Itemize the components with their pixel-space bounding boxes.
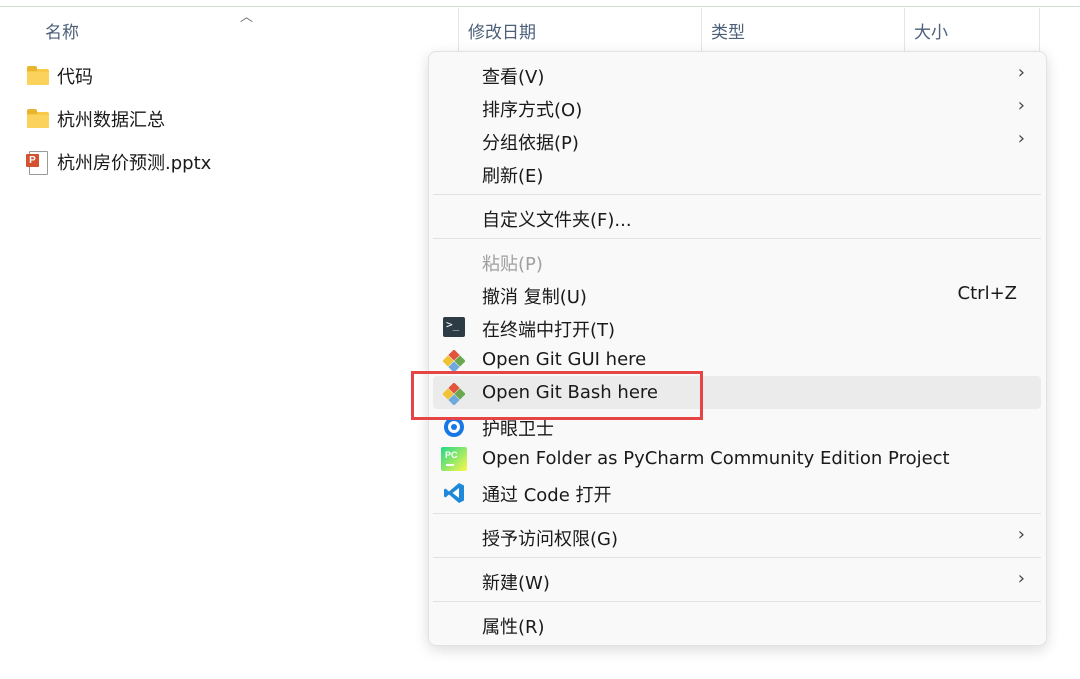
- git-icon: [442, 349, 466, 373]
- powerpoint-file-icon: P: [26, 151, 50, 175]
- menu-item-new[interactable]: 新建(W) ›: [433, 563, 1041, 596]
- menu-separator: [433, 557, 1041, 558]
- file-row-pptx[interactable]: P 杭州房价预测.pptx: [26, 147, 211, 177]
- menu-item-properties[interactable]: 属性(R): [433, 607, 1041, 640]
- shortcut-label: Ctrl+Z: [957, 283, 1017, 304]
- menu-item-sort-by[interactable]: 排序方式(O) ›: [433, 90, 1041, 123]
- chevron-right-icon: ›: [1017, 568, 1025, 589]
- terminal-icon: >_: [443, 317, 465, 337]
- menu-item-customize-folder[interactable]: 自定义文件夹(F)...: [433, 200, 1041, 233]
- menu-item-refresh[interactable]: 刷新(E): [433, 156, 1041, 189]
- folder-icon: [26, 65, 50, 87]
- chevron-right-icon: ›: [1017, 524, 1025, 545]
- file-row-folder[interactable]: 代码: [26, 61, 93, 91]
- sort-ascending-icon[interactable]: ︿: [240, 6, 253, 25]
- chevron-right-icon: ›: [1017, 62, 1025, 83]
- top-divider: [0, 6, 1080, 7]
- menu-item-open-pycharm[interactable]: PC Open Folder as PyCharm Community Edit…: [433, 442, 1041, 475]
- vscode-icon: [443, 482, 465, 503]
- menu-separator: [433, 238, 1041, 239]
- menu-item-undo-copy[interactable]: 撤消 复制(U) Ctrl+Z: [433, 277, 1041, 310]
- column-separator[interactable]: [904, 8, 905, 52]
- menu-item-open-vscode[interactable]: 通过 Code 打开: [433, 475, 1041, 508]
- file-row-folder[interactable]: 杭州数据汇总: [26, 104, 165, 134]
- menu-separator: [433, 601, 1041, 602]
- menu-item-group-by[interactable]: 分组依据(P) ›: [433, 123, 1041, 156]
- menu-separator: [433, 194, 1041, 195]
- column-header: ︿ 名称 修改日期 类型 大小: [0, 6, 1080, 52]
- annotation-highlight-box: [411, 371, 703, 420]
- chevron-right-icon: ›: [1017, 95, 1025, 116]
- pycharm-icon: PC: [441, 447, 467, 471]
- column-header-name[interactable]: 名称: [45, 18, 79, 43]
- column-separator[interactable]: [458, 8, 459, 52]
- file-name: 杭州房价预测.pptx: [57, 153, 212, 174]
- menu-item-open-in-terminal[interactable]: >_ 在终端中打开(T): [433, 310, 1041, 343]
- folder-icon: [26, 108, 50, 130]
- menu-item-paste: 粘贴(P): [482, 254, 543, 275]
- column-separator[interactable]: [1039, 8, 1040, 52]
- column-header-type[interactable]: 类型: [711, 18, 745, 43]
- menu-item-give-access[interactable]: 授予访问权限(G) ›: [433, 519, 1041, 552]
- column-header-size[interactable]: 大小: [914, 18, 948, 43]
- menu-separator: [433, 513, 1041, 514]
- chevron-right-icon: ›: [1017, 128, 1025, 149]
- context-menu: 查看(V) › 排序方式(O) › 分组依据(P) › 刷新(E) 自定义文件夹…: [428, 51, 1047, 646]
- column-separator[interactable]: [701, 8, 702, 52]
- menu-item-view[interactable]: 查看(V) ›: [433, 57, 1041, 90]
- column-header-modified[interactable]: 修改日期: [468, 18, 536, 43]
- file-name: 杭州数据汇总: [57, 110, 165, 131]
- file-name: 代码: [57, 67, 93, 88]
